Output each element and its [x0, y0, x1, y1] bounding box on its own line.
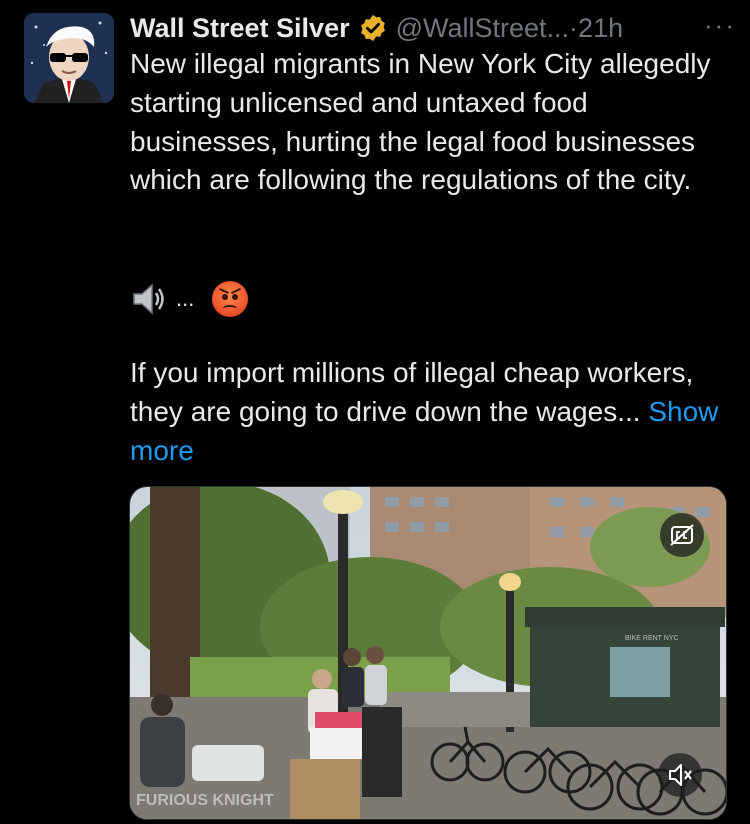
captions-icon[interactable] — [660, 513, 704, 557]
mute-icon[interactable] — [658, 753, 702, 797]
tweet-header: Wall Street Silver @WallStreet... · 21h — [130, 8, 730, 48]
tweet-text-paragraph-3: If you import millions of illegal cheap … — [130, 354, 720, 470]
author-handle[interactable]: @WallStreet... — [396, 13, 569, 44]
kiosk-sign: BIKE RENT NYC — [625, 635, 679, 642]
more-options-icon[interactable]: ··· — [704, 10, 736, 41]
tweet-text-paragraph-1: New illegal migrants in New York City al… — [130, 48, 711, 196]
video-frame-image: BIKE RENT NYC FURIOUS KNIGHT — [130, 487, 726, 819]
separator-dot: · — [569, 12, 579, 43]
speaker-emoji-icon — [130, 281, 168, 317]
tweet-emoji-line: ... — [130, 277, 720, 321]
timestamp[interactable]: 21h — [578, 13, 623, 44]
video-media[interactable]: BIKE RENT NYC FURIOUS KNIGHT — [129, 486, 727, 820]
avatar-image — [24, 13, 114, 103]
verified-badge-icon[interactable] — [358, 13, 388, 43]
tweet-text-truncated: If you import millions of illegal cheap … — [130, 357, 694, 427]
angry-face-emoji-icon — [212, 281, 249, 317]
avatar[interactable] — [24, 13, 114, 103]
emoji-ellipsis: ... — [176, 285, 195, 311]
author-name[interactable]: Wall Street Silver — [130, 13, 350, 44]
video-watermark: FURIOUS KNIGHT — [136, 792, 274, 809]
